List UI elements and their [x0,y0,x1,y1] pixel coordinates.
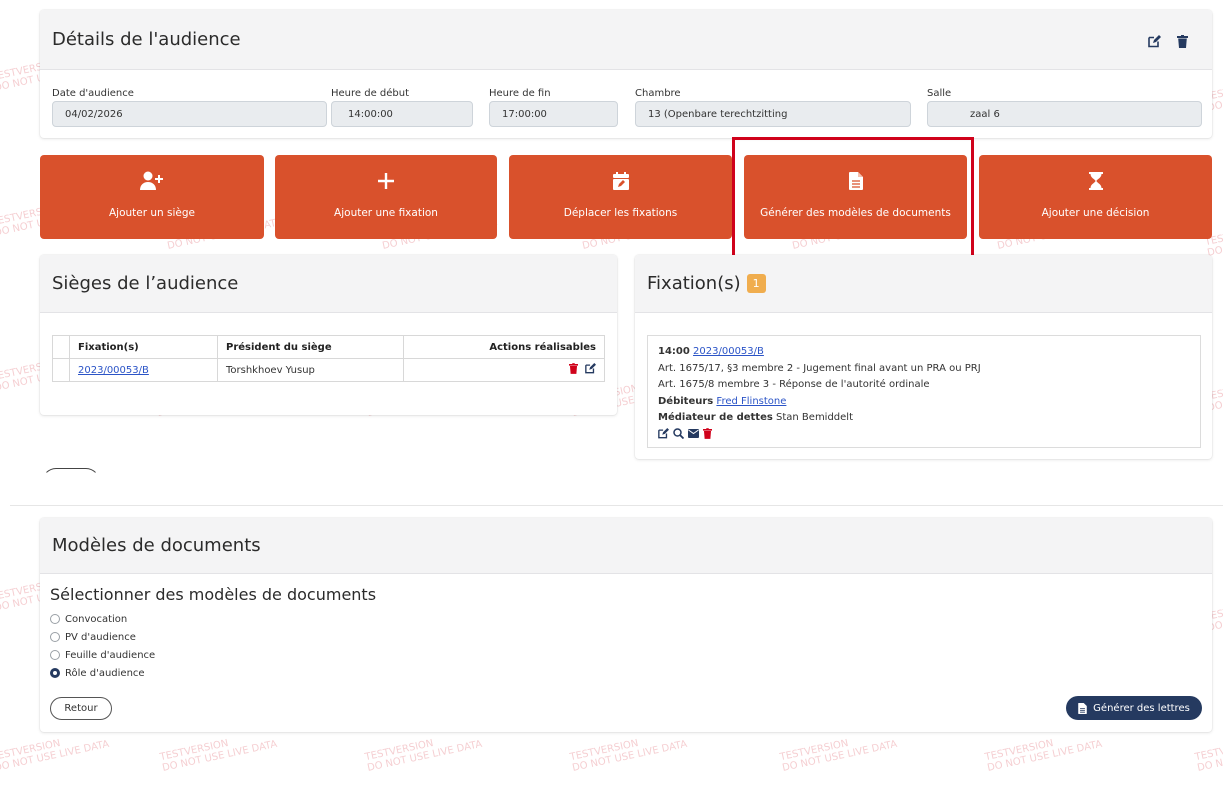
move-fixations-label: Déplacer les fixations [563,207,678,219]
edit-icon[interactable] [585,363,596,377]
start-time-field: 14:00:00 [331,101,473,127]
fixation-line-2: Art. 1675/8 membre 3 - Réponse de l'auto… [658,379,930,390]
fixation-link[interactable]: 2023/00053/B [78,365,149,376]
templates-header: Modèles de documents [40,518,1212,574]
debtors-label: Débiteurs [658,395,714,407]
add-fixation-button[interactable]: Ajouter une fixation [275,155,497,239]
section-divider [10,505,1223,506]
mediator-label: Médiateur de dettes [658,412,773,423]
seats-table: Fixation(s) Président du siège Actions r… [52,335,605,382]
add-decision-label: Ajouter une décision [1041,207,1150,219]
radio-button[interactable] [50,614,60,624]
option-label: Rôle d'audience [65,667,145,679]
room-field: zaal 6 [927,101,1202,127]
mediator-name: Stan Bemiddelt [776,412,854,423]
table-row: 2023/00053/B Torshkhoev Yusup [52,358,605,382]
end-time-label: Heure de fin [489,88,551,99]
date-label: Date d'audience [52,88,134,99]
option-label: Feuille d'audience [65,649,156,661]
template-option-feuille[interactable]: Feuille d'audience [50,646,155,664]
add-seat-label: Ajouter un siège [108,207,196,219]
template-option-pv[interactable]: PV d'audience [50,628,155,646]
table-header-select [52,335,70,359]
radio-button[interactable] [50,632,60,642]
search-icon[interactable] [673,427,684,439]
edit-icon[interactable] [1148,32,1161,53]
fixations-count-badge: 1 [746,274,766,293]
fixation-actions [658,427,1190,439]
table-header-president: Président du siège [217,335,404,359]
table-cell-president: Torshkhoev Yusup [217,358,404,382]
back-button[interactable]: Retour [50,697,112,720]
trash-icon[interactable] [1177,32,1188,53]
fixation-case-link[interactable]: 2023/00053/B [693,346,764,357]
user-plus-icon [140,169,164,193]
hearing-details-card: Détails de l'audience Date d'audience 04… [40,10,1212,138]
fixations-card: Fixation(s) 1 14:00 2023/00053/B Art. 16… [635,255,1212,459]
add-decision-button[interactable]: Ajouter une décision [979,155,1212,239]
hearing-details-title: Détails de l'audience [52,29,241,50]
table-header-actions: Actions réalisables [403,335,605,359]
templates-subtitle: Sélectionner des modèles de documents [50,585,377,604]
add-seat-button[interactable]: Ajouter un siège [40,155,264,239]
template-option-convocation[interactable]: Convocation [50,610,155,628]
generate-letters-button[interactable]: Générer des lettres [1066,696,1202,720]
table-cell-actions [403,358,605,382]
seats-title: Sièges de l’audience [52,273,239,294]
start-time-label: Heure de début [331,88,410,99]
option-label: PV d'audience [65,631,136,643]
move-fixations-button[interactable]: Déplacer les fixations [509,155,732,239]
radio-button-selected[interactable] [50,668,60,678]
partial-pill [42,468,100,496]
radio-button[interactable] [50,650,60,660]
highlight-frame [732,137,974,260]
end-time-field: 17:00:00 [489,101,618,127]
add-fixation-label: Ajouter une fixation [334,207,438,219]
seats-header: Sièges de l’audience [40,255,617,313]
table-header-row: Fixation(s) Président du siège Actions r… [52,335,605,359]
hourglass-icon [1088,169,1103,193]
file-icon [1078,702,1087,714]
table-cell-select [52,358,70,382]
chamber-field: 13 (Openbare terechtzitting [635,101,911,127]
generate-letters-label: Générer des lettres [1093,702,1190,714]
calendar-edit-icon [612,169,629,193]
template-options: Convocation PV d'audience Feuille d'audi… [50,610,155,682]
fixation-line-1: Art. 1675/17, §3 membre 2 - Jugement fin… [658,362,981,374]
option-label: Convocation [65,613,128,625]
edit-icon[interactable] [658,427,669,439]
fixations-header: Fixation(s) 1 [635,255,1212,313]
template-option-role[interactable]: Rôle d'audience [50,664,155,682]
seats-table-wrap: Fixation(s) Président du siège Actions r… [52,335,605,382]
debtor-link[interactable]: Fred Flinstone [716,396,786,407]
envelope-icon[interactable] [688,428,699,438]
room-label: Salle [927,88,952,99]
table-cell-fixation: 2023/00053/B [69,358,218,382]
templates-card: Modèles de documents Sélectionner des mo… [40,518,1212,732]
trash-icon[interactable] [568,363,578,377]
fixations-title: Fixation(s) [647,273,741,294]
seats-card: Sièges de l’audience Fixation(s) Préside… [40,255,617,415]
fixation-time: 14:00 [658,346,690,357]
date-field: 04/02/2026 [52,101,327,127]
table-header-fixation: Fixation(s) [69,335,218,359]
trash-icon[interactable] [703,427,712,439]
plus-icon [377,169,395,193]
fixation-item: 14:00 2023/00053/B Art. 1675/17, §3 memb… [647,335,1201,448]
templates-title: Modèles de documents [52,535,261,556]
chamber-label: Chambre [635,88,681,99]
hearing-details-header: Détails de l'audience [40,10,1212,70]
